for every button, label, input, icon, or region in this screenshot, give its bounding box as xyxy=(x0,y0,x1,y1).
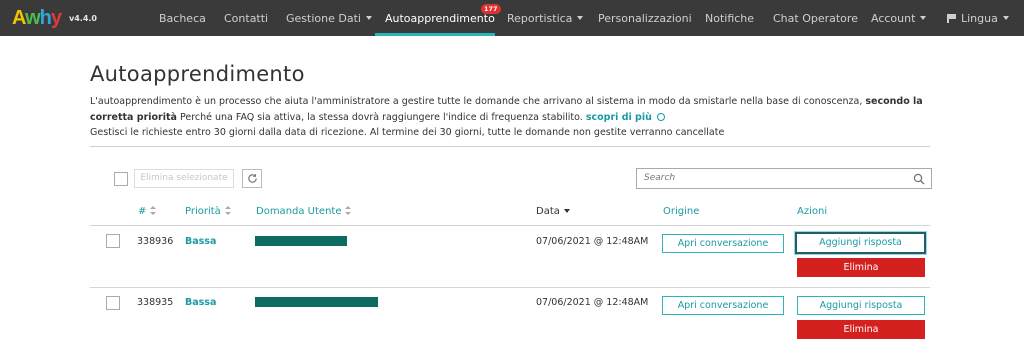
delete-button[interactable]: Elimina xyxy=(797,320,925,339)
version-label: v4.4.0 xyxy=(69,13,97,23)
chevron-down-icon xyxy=(920,16,927,20)
chevron-down-icon xyxy=(1002,16,1009,20)
column-header-question[interactable]: Domanda Utente xyxy=(256,206,352,217)
notification-count-badge: 177 xyxy=(481,4,501,14)
redacted-question xyxy=(255,297,378,307)
add-answer-button[interactable]: Aggiungi risposta xyxy=(797,296,925,315)
row-priority: Bassa xyxy=(185,236,217,247)
row-divider xyxy=(90,225,930,226)
active-tab-indicator xyxy=(375,33,495,36)
nav-item-notifiche[interactable]: Notifiche xyxy=(705,0,754,36)
sort-icon xyxy=(345,206,352,215)
select-all-checkbox[interactable] xyxy=(114,172,128,186)
brand-logo[interactable]: Awhy v4.4.0 xyxy=(12,6,97,30)
row-priority: Bassa xyxy=(185,297,217,308)
info-circle-icon xyxy=(657,112,666,121)
logo-wordmark: Awhy xyxy=(12,6,62,29)
search-input[interactable] xyxy=(644,173,904,183)
learn-more-link[interactable]: scopri di più xyxy=(586,112,666,123)
nav-item-chat-operatore[interactable]: Chat Operatore xyxy=(773,0,858,36)
row-date: 07/06/2021 @ 12:48AM xyxy=(536,297,649,308)
row-checkbox[interactable] xyxy=(106,296,120,310)
bulk-delete-button[interactable]: Elimina selezionate xyxy=(134,169,234,188)
column-header-priority[interactable]: Priorità xyxy=(185,206,231,217)
open-conversation-button[interactable]: Apri conversazione xyxy=(662,296,784,315)
column-header-date[interactable]: Data xyxy=(536,206,570,217)
sort-descending-icon xyxy=(563,209,570,213)
page-title: Autoapprendimento xyxy=(90,62,305,86)
row-checkbox[interactable] xyxy=(106,234,120,248)
nav-item-personalizzazioni[interactable]: Personalizzazioni xyxy=(598,0,692,36)
search-box[interactable] xyxy=(636,168,932,189)
column-header-origin: Origine xyxy=(663,206,700,217)
chevron-down-icon xyxy=(365,16,372,20)
page-description: L'autoapprendimento è un processo che ai… xyxy=(90,96,923,138)
nav-item-lingua[interactable]: Lingua xyxy=(947,0,1009,36)
nav-item-account[interactable]: Account xyxy=(871,0,927,36)
nav-item-bacheca[interactable]: Bacheca xyxy=(159,0,206,36)
chevron-down-icon xyxy=(577,16,584,20)
header-divider xyxy=(90,146,930,147)
sort-icon xyxy=(150,206,157,215)
nav-item-gestione-dati[interactable]: Gestione Dati xyxy=(286,0,372,36)
refresh-icon xyxy=(247,174,257,183)
refresh-button[interactable] xyxy=(242,169,262,188)
search-icon[interactable] xyxy=(913,173,925,185)
flag-icon xyxy=(947,13,956,23)
open-conversation-button[interactable]: Apri conversazione xyxy=(662,234,784,253)
column-header-actions: Azioni xyxy=(797,206,828,217)
nav-item-autoapprendimento[interactable]: Autoapprendimento xyxy=(385,0,495,36)
nav-item-contatti[interactable]: Contatti xyxy=(224,0,268,36)
row-id: 338936 xyxy=(137,236,174,247)
add-answer-button[interactable]: Aggiungi risposta xyxy=(795,232,926,254)
top-navbar: Awhy v4.4.0 Bacheca Contatti Gestione Da… xyxy=(0,0,1024,36)
column-header-id[interactable]: # xyxy=(138,206,157,217)
row-id: 338935 xyxy=(137,297,174,308)
redacted-question xyxy=(255,236,347,246)
row-divider xyxy=(90,287,930,288)
sort-icon xyxy=(224,206,231,215)
delete-button[interactable]: Elimina xyxy=(797,258,925,277)
nav-item-reportistica[interactable]: Reportistica xyxy=(507,0,584,36)
row-date: 07/06/2021 @ 12:48AM xyxy=(536,236,649,247)
